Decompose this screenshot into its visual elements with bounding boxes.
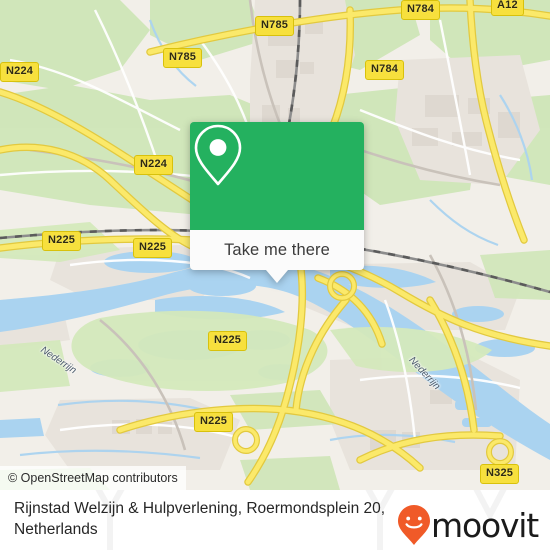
road-shield: N784: [401, 0, 441, 20]
road-shield: N785: [163, 48, 203, 68]
popup-header: [190, 122, 364, 230]
popup-footer[interactable]: Take me there: [190, 230, 364, 283]
road-shield: N785: [255, 16, 295, 36]
map-canvas[interactable]: N785 N785 N224 N784 A12 N784 N224 N225 N…: [0, 0, 550, 490]
road-shield: N224: [0, 62, 40, 82]
road-shield: N325: [480, 464, 520, 484]
take-me-there-label: Take me there: [224, 240, 330, 259]
moovit-pin-icon: [398, 505, 431, 545]
road-shield: N784: [365, 60, 405, 80]
moovit-logo: moovit: [397, 504, 539, 546]
road-shield: A12: [491, 0, 524, 16]
road-shield: N225: [194, 412, 234, 432]
destination-popup-card[interactable]: Take me there: [190, 122, 364, 283]
road-shield: N224: [134, 155, 174, 175]
road-shield: N225: [208, 331, 248, 351]
moovit-map-page: N785 N785 N224 N784 A12 N784 N224 N225 N…: [0, 0, 550, 550]
popup-pointer-tail: [266, 270, 288, 283]
place-caption: Rijnstad Welzijn & Hulpverlening, Roermo…: [14, 500, 386, 538]
moovit-wordmark: moovit: [431, 505, 539, 545]
road-shield: N225: [133, 238, 173, 258]
attribution-text: © OpenStreetMap contributors: [8, 471, 178, 485]
caption-bar: Rijnstad Welzijn & Hulpverlening, Roermo…: [0, 490, 550, 550]
location-pin-icon: [194, 124, 242, 186]
map-attribution: © OpenStreetMap contributors: [0, 466, 186, 490]
road-shield: N225: [42, 231, 82, 251]
